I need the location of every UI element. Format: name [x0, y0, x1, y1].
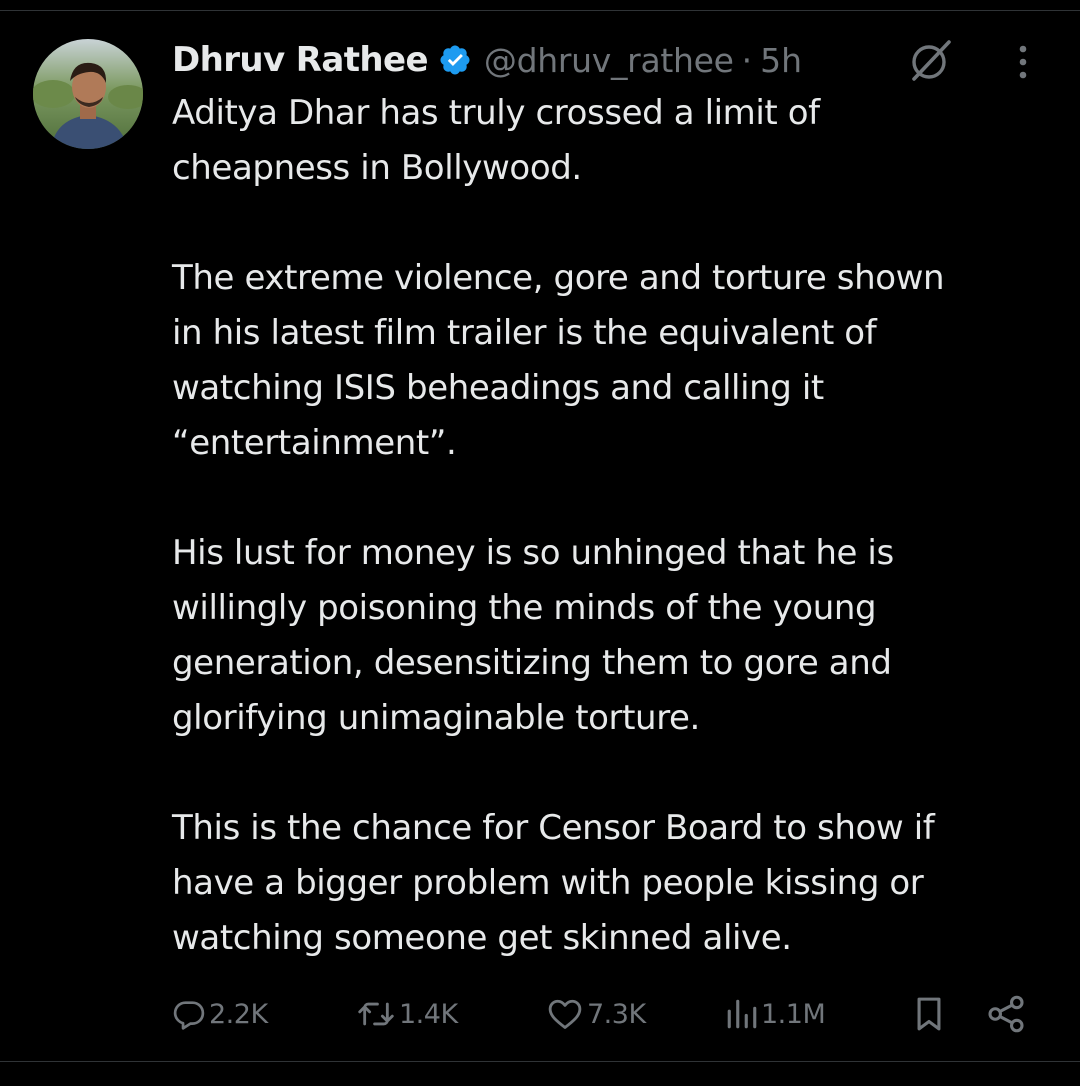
heart-icon: [546, 997, 584, 1031]
share-icon: [986, 994, 1026, 1034]
tweet-line: watching someone get skinned alive.: [172, 918, 792, 958]
repost-count: 1.4K: [399, 998, 458, 1030]
more-vertical-icon[interactable]: [1008, 40, 1038, 84]
tweet-paragraph: His lust for money is so unhinged that h…: [172, 526, 1052, 746]
views-button[interactable]: 1.1M: [726, 990, 826, 1038]
tweet-text: Aditya Dhar has truly crossed a limit of…: [172, 86, 1052, 966]
views-icon: [726, 997, 758, 1031]
repost-button[interactable]: 1.4K: [356, 990, 458, 1038]
views-count: 1.1M: [761, 998, 826, 1030]
tweet-line: generation, desensitizing them to gore a…: [172, 643, 892, 683]
bookmark-button[interactable]: [912, 990, 946, 1038]
tweet-line: “entertainment”.: [172, 423, 457, 463]
grok-icon[interactable]: [905, 35, 955, 85]
reply-button[interactable]: 2.2K: [172, 990, 268, 1038]
tweet-line: glorifying unimaginable torture.: [172, 698, 700, 738]
tweet-line: willingly poisoning the minds of the you…: [172, 588, 877, 628]
share-button[interactable]: [986, 990, 1026, 1038]
bookmark-icon: [912, 995, 946, 1033]
tweet-paragraph: This is the chance for Censor Board to s…: [172, 801, 1052, 966]
reply-count: 2.2K: [209, 998, 268, 1030]
tweet-line: His lust for money is so unhinged that h…: [172, 533, 894, 573]
bottom-divider: [0, 1061, 1080, 1062]
tweet-line: watching ISIS beheadings and calling it: [172, 368, 824, 408]
handle[interactable]: @dhruv_rathee: [484, 41, 734, 80]
separator-dot: ·: [741, 40, 753, 80]
tweet-header: Dhruv Rathee @dhruv_rathee · 5h: [172, 36, 802, 84]
tweet-line: in his latest film trailer is the equiva…: [172, 313, 877, 353]
like-button[interactable]: 7.3K: [546, 990, 646, 1038]
top-divider: [0, 10, 1080, 11]
display-name[interactable]: Dhruv Rathee: [172, 40, 429, 80]
tweet-paragraph: Aditya Dhar has truly crossed a limit of…: [172, 86, 1052, 196]
tweet-line: Aditya Dhar has truly crossed a limit of: [172, 93, 820, 133]
verified-badge-icon: [438, 43, 472, 77]
timestamp[interactable]: 5h: [760, 41, 802, 80]
tweet-line: This is the chance for Censor Board to s…: [172, 808, 935, 848]
avatar[interactable]: [33, 39, 143, 149]
tweet-line: have a bigger problem with people kissin…: [172, 863, 924, 903]
repost-icon: [356, 997, 396, 1031]
tweet-line: The extreme violence, gore and torture s…: [172, 258, 945, 298]
tweet-line: cheapness in Bollywood.: [172, 148, 582, 188]
tweet-paragraph: The extreme violence, gore and torture s…: [172, 251, 1052, 471]
tweet-actions: 2.2K 1.4K 7.3K 1.1M: [0, 990, 1080, 1038]
reply-icon: [172, 997, 206, 1031]
like-count: 7.3K: [587, 998, 646, 1030]
